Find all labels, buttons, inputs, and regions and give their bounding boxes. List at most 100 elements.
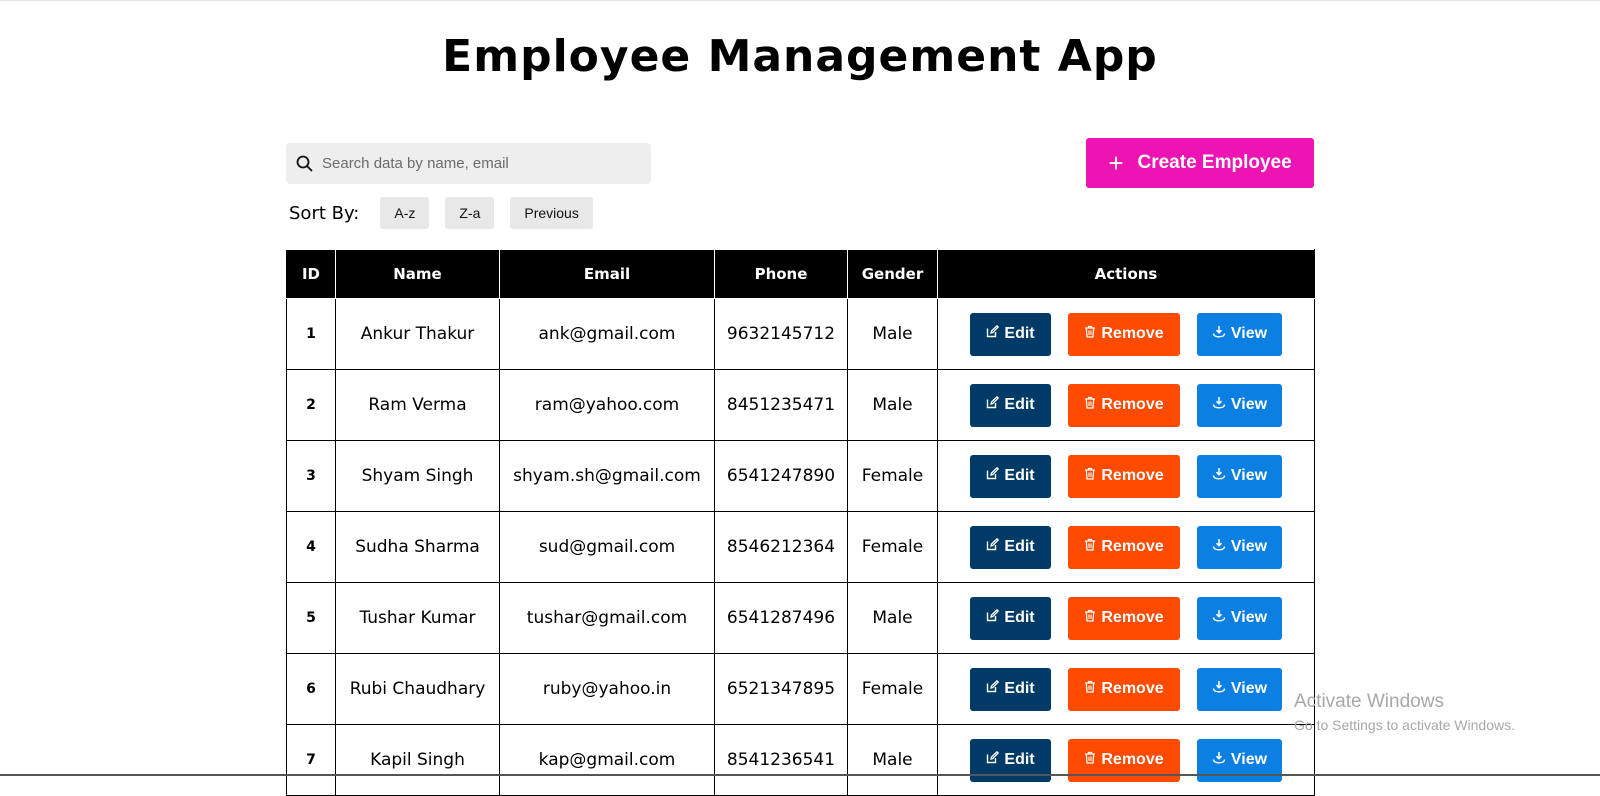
- sort-za-button[interactable]: Z-a: [445, 197, 495, 229]
- table-row: 3 Shyam Singh shyam.sh@gmail.com 6541247890…: [286, 440, 1315, 512]
- download-icon: [1212, 467, 1226, 480]
- cell-email: ram@yahoo.com: [499, 369, 715, 441]
- download-icon: [1212, 396, 1226, 409]
- create-employee-button[interactable]: + Create Employee: [1086, 138, 1314, 188]
- view-button[interactable]: View: [1197, 667, 1282, 711]
- cell-actions: Edit Remove View: [937, 369, 1315, 441]
- row-actions: Edit Remove View: [938, 383, 1314, 427]
- cell-gender: Male: [847, 582, 938, 654]
- view-button[interactable]: View: [1197, 312, 1282, 356]
- edit-button[interactable]: Edit: [970, 525, 1051, 569]
- view-label: View: [1230, 538, 1268, 555]
- view-button[interactable]: View: [1197, 596, 1282, 640]
- table-header-row: ID Name Email Phone Gender Actions: [286, 249, 1315, 299]
- cell-email: shyam.sh@gmail.com: [499, 440, 715, 512]
- search-icon: [296, 155, 314, 173]
- cell-phone: 6521347895: [714, 653, 848, 725]
- cell-phone: 6541287496: [714, 582, 848, 654]
- cell-gender: Female: [847, 440, 938, 512]
- remove-button[interactable]: Remove: [1068, 525, 1180, 569]
- cell-gender: Male: [847, 724, 938, 796]
- column-header-email[interactable]: Email: [499, 249, 715, 299]
- cell-id: 6: [286, 653, 336, 725]
- remove-label: Remove: [1101, 751, 1164, 768]
- download-icon: [1212, 680, 1226, 693]
- edit-label: Edit: [1004, 538, 1035, 555]
- remove-button[interactable]: Remove: [1068, 312, 1180, 356]
- table-row: 7 Kapil Singh kap@gmail.com 8541236541 Male E…: [286, 724, 1315, 796]
- cell-email: ank@gmail.com: [499, 298, 715, 370]
- edit-icon: [987, 395, 1000, 408]
- edit-button[interactable]: Edit: [970, 667, 1051, 711]
- row-actions: Edit Remove View: [938, 454, 1314, 498]
- view-label: View: [1230, 396, 1268, 413]
- table-row: 1 Ankur Thakur ank@gmail.com 9632145712 Male…: [286, 298, 1315, 370]
- column-header-gender[interactable]: Gender: [847, 249, 938, 299]
- cell-name: Kapil Singh: [335, 724, 500, 796]
- edit-label: Edit: [1004, 609, 1035, 626]
- row-actions: Edit Remove View: [938, 596, 1314, 640]
- view-button[interactable]: View: [1197, 383, 1282, 427]
- sort-previous-button[interactable]: Previous: [510, 197, 593, 229]
- trash-icon: [1085, 467, 1096, 480]
- edit-icon: [987, 608, 1000, 621]
- view-button[interactable]: View: [1197, 525, 1282, 569]
- remove-label: Remove: [1101, 680, 1164, 697]
- cell-name: Ram Verma: [335, 369, 500, 441]
- edit-label: Edit: [1004, 751, 1035, 768]
- table-row: 4 Sudha Sharma sud@gmail.com 8546212364 Fema…: [286, 511, 1315, 583]
- remove-label: Remove: [1101, 609, 1164, 626]
- cell-name: Rubi Chaudhary: [335, 653, 500, 725]
- edit-button[interactable]: Edit: [970, 596, 1051, 640]
- view-label: View: [1230, 680, 1268, 697]
- search-box[interactable]: [286, 142, 651, 185]
- employee-table-container: ID Name Email Phone Gender Actions 1 Anku…: [286, 249, 1315, 796]
- cell-actions: Edit Remove View: [937, 440, 1315, 512]
- download-icon: [1212, 325, 1226, 338]
- remove-button[interactable]: Remove: [1068, 383, 1180, 427]
- window-bottom-edge: [0, 774, 1600, 776]
- cell-email: sud@gmail.com: [499, 511, 715, 583]
- cell-email: tushar@gmail.com: [499, 582, 715, 654]
- remove-button[interactable]: Remove: [1068, 596, 1180, 640]
- trash-icon: [1085, 680, 1096, 693]
- trash-icon: [1085, 538, 1096, 551]
- cell-gender: Female: [847, 511, 938, 583]
- edit-button[interactable]: Edit: [970, 383, 1051, 427]
- cell-id: 3: [286, 440, 336, 512]
- cell-email: kap@gmail.com: [499, 724, 715, 796]
- edit-button[interactable]: Edit: [970, 454, 1051, 498]
- table-row: 5 Tushar Kumar tushar@gmail.com 6541287496 M…: [286, 582, 1315, 654]
- remove-button[interactable]: Remove: [1068, 667, 1180, 711]
- cell-actions: Edit Remove View: [937, 298, 1315, 370]
- sort-az-button[interactable]: A-z: [380, 197, 430, 229]
- row-actions: Edit Remove View: [938, 312, 1314, 356]
- column-header-id[interactable]: ID: [286, 249, 336, 299]
- remove-button[interactable]: Remove: [1068, 454, 1180, 498]
- remove-label: Remove: [1101, 538, 1164, 555]
- edit-label: Edit: [1004, 467, 1035, 484]
- cell-name: Tushar Kumar: [335, 582, 500, 654]
- column-header-name[interactable]: Name: [335, 249, 500, 299]
- cell-id: 2: [286, 369, 336, 441]
- search-input[interactable]: [320, 142, 651, 185]
- cell-name: Sudha Sharma: [335, 511, 500, 583]
- column-header-phone[interactable]: Phone: [714, 249, 848, 299]
- trash-icon: [1085, 396, 1096, 409]
- cell-name: Ankur Thakur: [335, 298, 500, 370]
- edit-label: Edit: [1004, 396, 1035, 413]
- employee-table: ID Name Email Phone Gender Actions 1 Anku…: [286, 249, 1315, 796]
- trash-icon: [1085, 609, 1096, 622]
- watermark-title: Activate Windows: [1294, 691, 1444, 712]
- cell-id: 1: [286, 298, 336, 370]
- cell-gender: Male: [847, 369, 938, 441]
- edit-button[interactable]: Edit: [970, 312, 1051, 356]
- view-button[interactable]: View: [1197, 454, 1282, 498]
- cell-actions: Edit Remove View: [937, 653, 1315, 725]
- table-body: 1 Ankur Thakur ank@gmail.com 9632145712 Male…: [286, 298, 1315, 796]
- edit-label: Edit: [1004, 680, 1035, 697]
- page-title: Employee Management App: [442, 31, 1158, 82]
- cell-phone: 8541236541: [714, 724, 848, 796]
- trash-icon: [1085, 325, 1096, 338]
- view-label: View: [1230, 467, 1268, 484]
